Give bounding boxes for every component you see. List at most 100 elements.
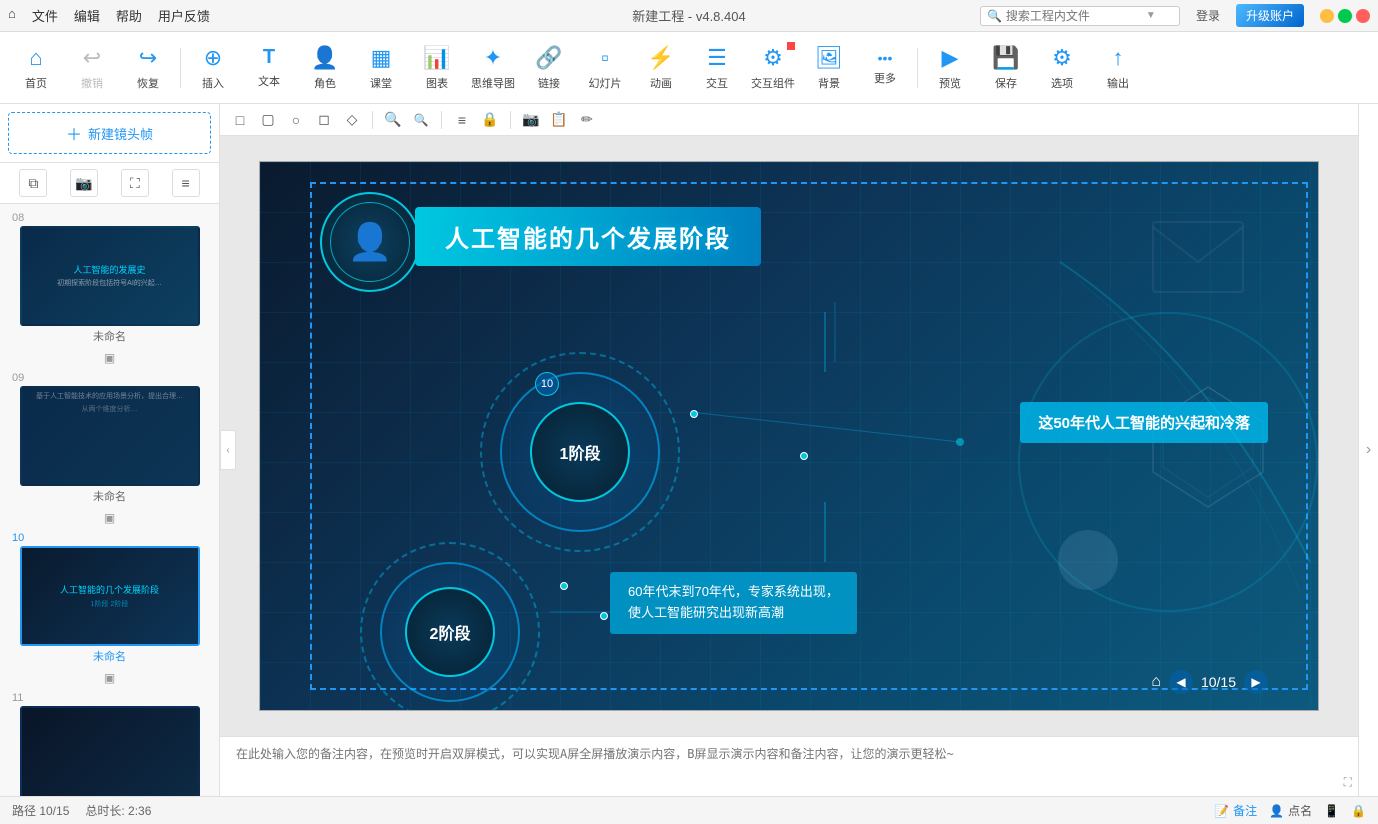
slide-title-banner[interactable]: 人工智能的几个发展阶段 [415, 207, 761, 266]
slide-item-08[interactable]: 08 人工智能的发展史 初期探索阶段包括符号AI的兴起… 未命名 [0, 208, 219, 348]
maximize-button[interactable] [1338, 9, 1352, 23]
toolbar-bg-label: 背景 [818, 75, 840, 91]
toolbar-link[interactable]: 🔗 链接 [521, 36, 577, 100]
slide-thumb-09[interactable]: 基于人工智能技术的应用场景分析，提出合理… 从两个维度分析… [20, 386, 200, 486]
slide-thumb-10[interactable]: 人工智能的几个发展阶段 1阶段 2阶段 [20, 546, 200, 646]
stage1-label: 1阶段 [560, 440, 601, 464]
shape-square-tool[interactable]: ◻ [312, 108, 336, 132]
lock-view-button[interactable]: 🔒 [1351, 804, 1366, 818]
mobile-view-button[interactable]: 📱 [1324, 804, 1339, 818]
shape-diamond-tool[interactable]: ◇ [340, 108, 364, 132]
zoom-out-button[interactable]: 🔍 [409, 108, 433, 132]
right-controls: 🔍 ▼ 登录 升级账户 [980, 4, 1370, 27]
preview-icon: ▶ [942, 45, 959, 71]
camera-button[interactable]: 📷 [70, 169, 98, 197]
connector-dot-4 [600, 612, 608, 620]
menu-edit[interactable]: 编辑 [74, 6, 100, 25]
shape-rect-tool[interactable]: □ [228, 108, 252, 132]
toolbar-animation[interactable]: ⚡ 动画 [633, 36, 689, 100]
statusbar-path: 路径 10/15 [12, 802, 69, 819]
minimize-button[interactable] [1320, 9, 1334, 23]
toolbar-role[interactable]: 👤 角色 [297, 36, 353, 100]
notes-button[interactable]: 📝 备注 [1214, 802, 1257, 819]
canvas-wrapper[interactable]: 👤 人工智能的几个发展阶段 [220, 136, 1358, 736]
toolbar-bg[interactable]: 🖼 背景 [801, 36, 857, 100]
new-frame-button[interactable]: ＋ 新建镜头帧 [8, 112, 211, 154]
right-panel-toggle[interactable]: › [1358, 104, 1378, 796]
more-icon: ••• [878, 50, 893, 66]
callout-button[interactable]: 👤 点名 [1269, 802, 1312, 819]
gear2-center[interactable]: 2阶段 [405, 587, 495, 677]
toolbar-redo[interactable]: ↪ 恢复 [120, 36, 176, 100]
slide-thumb-11[interactable] [20, 706, 200, 796]
toolbar-redo-label: 恢复 [137, 75, 159, 91]
toolbar-preview[interactable]: ▶ 预览 [922, 36, 978, 100]
lock-tool[interactable]: 🔒 [478, 108, 502, 132]
toolbar-save[interactable]: 💾 保存 [978, 36, 1034, 100]
toolbar-home[interactable]: ⌂ 首页 [8, 36, 64, 100]
slide-number-11: 11 [8, 692, 23, 704]
toolbar-interact[interactable]: ☰ 交互 [689, 36, 745, 100]
sidebar-collapse-button[interactable]: ‹ [220, 430, 236, 470]
screenshot-tool[interactable]: 📷 [519, 108, 543, 132]
close-button[interactable] [1356, 9, 1370, 23]
avatar-circle[interactable]: 👤 [320, 192, 420, 292]
info-box2[interactable]: 60年代末到70年代，专家系统出现， 使人工智能研究出现新高潮 [610, 572, 857, 634]
toolbar-undo[interactable]: ↩ 撤销 [64, 36, 120, 100]
gear1-outer: 1阶段 [480, 352, 680, 552]
notes-expand-button[interactable]: ⛶ [1344, 775, 1352, 790]
toolbar-role-label: 角色 [314, 75, 336, 91]
align-tool[interactable]: ≡ [450, 108, 474, 132]
toolbar-options[interactable]: ⚙ 选项 [1034, 36, 1090, 100]
info2-text: 60年代末到70年代，专家系统出现， 使人工智能研究出现新高潮 [628, 584, 839, 620]
more-options-button[interactable]: ≡ [172, 169, 200, 197]
zoom-in-button[interactable]: 🔍 [381, 108, 405, 132]
edit-tool[interactable]: ✏ [575, 108, 599, 132]
search-box[interactable]: 🔍 ▼ [980, 6, 1180, 26]
toolbar-class[interactable]: ▦ 课堂 [353, 36, 409, 100]
notes-input[interactable] [220, 737, 1358, 796]
menu-help[interactable]: 帮助 [116, 6, 142, 25]
toolbar-insert[interactable]: ⊕ 插入 [185, 36, 241, 100]
upgrade-button[interactable]: 升级账户 [1236, 4, 1304, 27]
slide-separator-3: ▣ [0, 668, 219, 688]
search-input[interactable] [1006, 9, 1146, 23]
notes-icon: 📝 [1214, 804, 1229, 818]
interact2-icon: ⚙ [763, 45, 783, 71]
shape-circle-tool[interactable]: ○ [284, 108, 308, 132]
toolbar-text[interactable]: T 文本 [241, 36, 297, 100]
slide-item-10[interactable]: 10 人工智能的几个发展阶段 1阶段 2阶段 未命名 [0, 528, 219, 668]
toolbar-mindmap[interactable]: ✦ 思维导图 [465, 36, 521, 100]
statusbar-right: 📝 备注 👤 点名 📱 🔒 [1214, 802, 1366, 819]
gear1-center[interactable]: 1阶段 [530, 402, 630, 502]
separator-icon-3: ▣ [104, 671, 115, 685]
menu-file[interactable]: 文件 [32, 6, 58, 25]
page-prev-button[interactable]: ◀ [1169, 670, 1193, 694]
page-next-button[interactable]: ▶ [1244, 670, 1268, 694]
menu-feedback[interactable]: 用户反馈 [158, 6, 210, 25]
toolbar-chart[interactable]: 📊 图表 [409, 36, 465, 100]
title-bar: ⌂ 文件 编辑 帮助 用户反馈 新建工程 - v4.8.404 🔍 ▼ 登录 升… [0, 0, 1378, 32]
slide-thumb-08[interactable]: 人工智能的发展史 初期探索阶段包括符号AI的兴起… [20, 226, 200, 326]
copy-frame-button[interactable]: ⧉ [19, 169, 47, 197]
number-badge: 10 [535, 372, 559, 396]
toolbar-slides[interactable]: ▫ 幻灯片 [577, 36, 633, 100]
toolbar-more[interactable]: ••• 更多 [857, 36, 913, 100]
search-dropdown-icon[interactable]: ▼ [1146, 10, 1156, 21]
toolbar-export[interactable]: ↑ 输出 [1090, 36, 1146, 100]
page-counter: ⌂ ◀ 10/15 ▶ [1151, 670, 1268, 694]
slide-item-09[interactable]: 09 基于人工智能技术的应用场景分析，提出合理… 从两个维度分析… 未命名 [0, 368, 219, 508]
toolbar-slides-label: 幻灯片 [589, 75, 622, 91]
slide-item-11[interactable]: 11 [0, 688, 219, 796]
toolbar-interact2[interactable]: ⚙ 交互组件 [745, 36, 801, 100]
info-box1[interactable]: 这50年代人工智能的兴起和冷落 [1020, 402, 1268, 443]
redo-icon: ↪ [139, 45, 157, 71]
sidebar-header: ＋ 新建镜头帧 [0, 104, 219, 163]
login-button[interactable]: 登录 [1188, 5, 1228, 26]
fullscreen-button[interactable]: ⛶ [121, 169, 149, 197]
toolbar-options-label: 选项 [1051, 75, 1073, 91]
main-canvas[interactable]: 👤 人工智能的几个发展阶段 [259, 161, 1319, 711]
shape-rounded-tool[interactable]: ▢ [256, 108, 280, 132]
slide-title-text: 人工智能的几个发展阶段 [445, 226, 731, 253]
clipboard-tool[interactable]: 📋 [547, 108, 571, 132]
